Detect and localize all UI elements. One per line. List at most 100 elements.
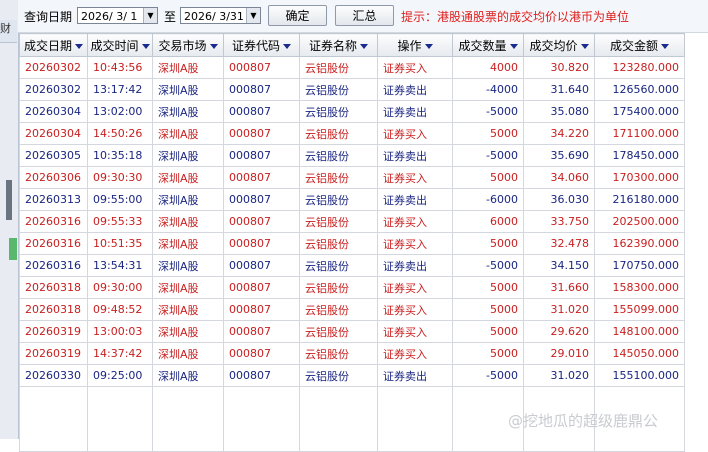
cell-time: 09:55:00	[87, 188, 153, 211]
cell-date: 20260304	[19, 122, 88, 145]
col-header-date[interactable]: 成交日期	[19, 33, 88, 57]
cell-time: 10:51:35	[87, 232, 153, 255]
cell-op: 证券买入	[377, 166, 453, 189]
col-header-operation[interactable]: 操作	[377, 33, 453, 57]
chevron-down-icon[interactable]: ▼	[246, 8, 260, 23]
cell-code: 000807	[223, 342, 300, 365]
end-date-picker[interactable]: 2026/ 3/31 ▼	[180, 7, 261, 24]
table-row[interactable]: 20260305 10:35:18 深圳A股 000807 云铝股份 证券卖出 -5000 3…	[19, 144, 685, 167]
cell-market: 深圳A股	[152, 254, 224, 277]
table-row[interactable]: 20260304 13:02:00 深圳A股 000807 云铝股份 证券卖出 -5000 3…	[19, 100, 685, 123]
cell-qty: -5000	[452, 100, 524, 123]
cell-amount: 175400.000	[594, 100, 685, 123]
cell-name: 云铝股份	[299, 166, 378, 189]
table-row[interactable]: 20260306 09:30:30 深圳A股 000807 云铝股份 证券买入 5000 34…	[19, 166, 685, 189]
cell-name: 云铝股份	[299, 320, 378, 343]
cell-code: 000807	[223, 188, 300, 211]
cell-amount: 123280.000	[594, 56, 685, 79]
sort-arrow-icon	[75, 43, 83, 49]
cell-price: 29.010	[523, 342, 595, 365]
cell-name: 云铝股份	[299, 210, 378, 233]
cell-price: 30.820	[523, 56, 595, 79]
cell-date: 20260330	[19, 364, 88, 387]
table-row[interactable]: 20260304 14:50:26 深圳A股 000807 云铝股份 证券买入 5000 34…	[19, 122, 685, 145]
cell-code: 000807	[223, 320, 300, 343]
cell-date: 20260302	[19, 56, 88, 79]
col-header-name[interactable]: 证券名称	[299, 33, 378, 57]
cell-date: 20260319	[19, 342, 88, 365]
cell-op: 证券卖出	[377, 188, 453, 211]
cell-market: 深圳A股	[152, 56, 224, 79]
cell-op: 证券买入	[377, 210, 453, 233]
side-tab[interactable]: 财	[0, 20, 17, 43]
cell-op: 证券买入	[377, 276, 453, 299]
col-header-code[interactable]: 证券代码	[223, 33, 300, 57]
cell-time: 09:30:00	[87, 276, 153, 299]
cell-code: 000807	[223, 144, 300, 167]
confirm-button[interactable]: 确定	[268, 5, 327, 26]
cell-qty: -5000	[452, 144, 524, 167]
cell-op: 证券卖出	[377, 78, 453, 101]
cell-time: 13:02:00	[87, 100, 153, 123]
cell-price: 36.030	[523, 188, 595, 211]
col-header-market[interactable]: 交易市场	[152, 33, 224, 57]
cell-amount: 155099.000	[594, 298, 685, 321]
cell-qty: 4000	[452, 56, 524, 79]
cell-amount: 170750.000	[594, 254, 685, 277]
table-header-row: 成交日期 成交时间 交易市场 证券代码 证券名称 操作 成交数量 成交均价 成交…	[19, 33, 685, 57]
cell-time: 10:43:56	[87, 56, 153, 79]
cell-qty: 6000	[452, 210, 524, 233]
col-header-time[interactable]: 成交时间	[87, 33, 153, 57]
status-indicator	[9, 238, 17, 260]
table-row[interactable]: 20260330 09:25:00 深圳A股 000807 云铝股份 证券卖出 -5000 3…	[19, 364, 685, 387]
empty-cell	[87, 386, 153, 452]
cell-time: 10:35:18	[87, 144, 153, 167]
cell-code: 000807	[223, 56, 300, 79]
cell-date: 20260316	[19, 254, 88, 277]
col-header-qty[interactable]: 成交数量	[452, 33, 524, 57]
cell-time: 13:54:31	[87, 254, 153, 277]
cell-code: 000807	[223, 210, 300, 233]
cell-amount: 126560.000	[594, 78, 685, 101]
cell-time: 09:25:00	[87, 364, 153, 387]
table-row[interactable]: 20260302 10:43:56 深圳A股 000807 云铝股份 证券买入 4000 30…	[19, 56, 685, 79]
cell-qty: 5000	[452, 320, 524, 343]
cell-op: 证券卖出	[377, 144, 453, 167]
cell-op: 证券卖出	[377, 100, 453, 123]
table-row[interactable]: 20260318 09:30:00 深圳A股 000807 云铝股份 证券买入 5000 31…	[19, 276, 685, 299]
trade-table: 成交日期 成交时间 交易市场 证券代码 证券名称 操作 成交数量 成交均价 成交…	[19, 33, 708, 452]
cell-qty: 5000	[452, 122, 524, 145]
cell-market: 深圳A股	[152, 320, 224, 343]
cell-code: 000807	[223, 232, 300, 255]
table-row[interactable]: 20260319 14:37:42 深圳A股 000807 云铝股份 证券买入 5000 29…	[19, 342, 685, 365]
table-row[interactable]: 20260318 09:48:52 深圳A股 000807 云铝股份 证券买入 5000 31…	[19, 298, 685, 321]
scroll-marker	[6, 180, 12, 220]
cell-price: 32.478	[523, 232, 595, 255]
summary-button[interactable]: 汇总	[335, 5, 394, 26]
table-row[interactable]: 20260316 09:55:33 深圳A股 000807 云铝股份 证券买入 6000 33…	[19, 210, 685, 233]
cell-name: 云铝股份	[299, 100, 378, 123]
cell-time: 09:48:52	[87, 298, 153, 321]
cell-price: 31.660	[523, 276, 595, 299]
cell-market: 深圳A股	[152, 78, 224, 101]
table-row[interactable]: 20260316 13:54:31 深圳A股 000807 云铝股份 证券卖出 -5000 3…	[19, 254, 685, 277]
table-row[interactable]: 20260316 10:51:35 深圳A股 000807 云铝股份 证券买入 5000 32…	[19, 232, 685, 255]
cell-name: 云铝股份	[299, 188, 378, 211]
col-header-price[interactable]: 成交均价	[523, 33, 595, 57]
cell-code: 000807	[223, 254, 300, 277]
cell-date: 20260318	[19, 298, 88, 321]
cell-amount: 155100.000	[594, 364, 685, 387]
cell-date: 20260304	[19, 100, 88, 123]
table-row[interactable]: 20260313 09:55:00 深圳A股 000807 云铝股份 证券卖出 -6000 3…	[19, 188, 685, 211]
table-row[interactable]: 20260319 13:00:03 深圳A股 000807 云铝股份 证券买入 5000 29…	[19, 320, 685, 343]
cell-market: 深圳A股	[152, 188, 224, 211]
col-header-amount[interactable]: 成交金额	[594, 33, 685, 57]
cell-price: 31.640	[523, 78, 595, 101]
start-date-picker[interactable]: 2026/ 3/ 1 ▼	[77, 7, 158, 24]
cell-op: 证券买入	[377, 122, 453, 145]
cell-date: 20260318	[19, 276, 88, 299]
cell-price: 34.060	[523, 166, 595, 189]
cell-qty: -5000	[452, 364, 524, 387]
chevron-down-icon[interactable]: ▼	[143, 8, 157, 23]
table-row[interactable]: 20260302 13:17:42 深圳A股 000807 云铝股份 证券卖出 -4000 3…	[19, 78, 685, 101]
